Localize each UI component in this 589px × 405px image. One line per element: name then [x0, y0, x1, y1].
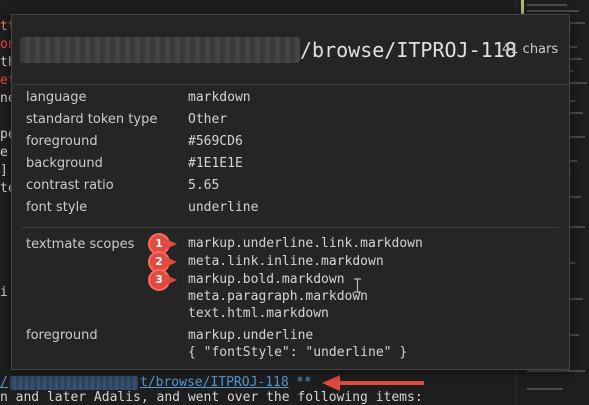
arrow-left-icon — [322, 375, 424, 391]
editor-line: i — [0, 285, 8, 300]
property-value: underline — [188, 200, 259, 215]
property-label: background — [26, 156, 103, 171]
scope-item: markup.bold.markdown — [188, 272, 345, 287]
editor-line: n and later Adalis, and went over the fo… — [0, 390, 423, 405]
redacted-url-segment — [10, 376, 138, 390]
textmate-scopes-label: textmate scopes — [26, 237, 135, 252]
property-label: contrast ratio — [26, 178, 114, 193]
property-label: standard token type — [26, 112, 158, 127]
token-text: /browse/ITPROJ-118 — [300, 38, 517, 62]
property-label: font style — [26, 200, 88, 215]
redacted-url-segment — [20, 37, 300, 63]
editor-line: ] — [0, 163, 8, 178]
property-value: markdown — [188, 90, 251, 105]
scope-item: meta.link.inline.markdown — [188, 254, 384, 269]
inspector-header: /browse/ITPROJ-118 41 chars — [12, 15, 569, 85]
foreground-rule-label: foreground — [26, 328, 98, 343]
property-label: language — [26, 90, 87, 105]
divider — [22, 227, 559, 228]
text-cursor-icon — [354, 278, 361, 293]
annotation-badge-2: 2 — [150, 253, 177, 271]
token-inspector-hover: /browse/ITPROJ-118 41 chars language mar… — [11, 14, 570, 370]
token-length: 41 chars — [502, 42, 559, 57]
foreground-rule-settings: { "fontStyle": "underline" } — [188, 345, 408, 360]
minimap-modified-marker — [521, 0, 524, 14]
editor-line: e — [0, 145, 8, 160]
annotation-badge-1: 1 — [150, 235, 177, 253]
annotation-badge-3: 3 — [150, 271, 177, 289]
property-label: foreground — [26, 134, 98, 149]
foreground-rule-scope: markup.underline — [188, 328, 314, 343]
property-value: #1E1E1E — [188, 156, 243, 171]
scope-item: markup.underline.link.markdown — [188, 236, 423, 251]
property-value: #569CD6 — [188, 134, 243, 149]
scope-item: meta.paragraph.markdown — [188, 289, 369, 304]
property-value: Other — [188, 112, 228, 127]
scope-item: text.html.markdown — [188, 306, 329, 321]
property-value: 5.65 — [188, 178, 220, 193]
